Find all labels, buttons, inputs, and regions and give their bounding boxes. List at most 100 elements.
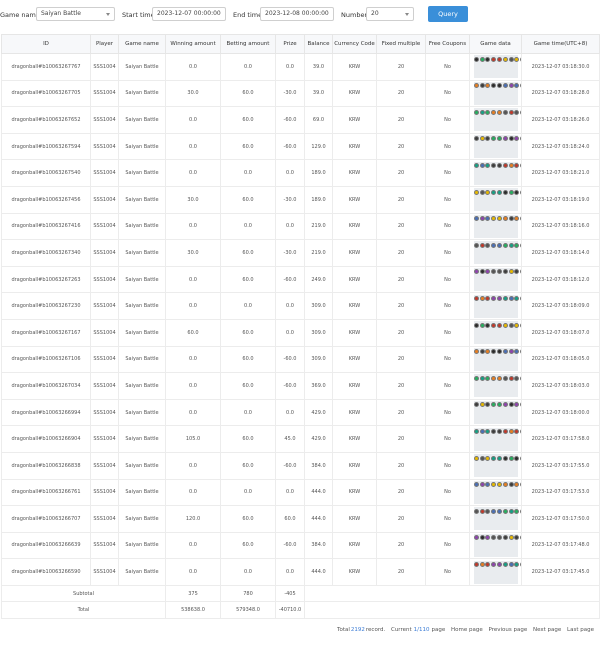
cell-winning-amount: 0.0 [165,265,221,294]
symbol-icon [514,136,520,142]
cell-prize: -30.0 [275,239,305,267]
cell-balance: 249.0 [304,265,333,294]
cell-free-coupons: No [425,531,470,560]
symbol-icon [491,322,497,328]
cell-free-coupons: No [425,212,470,241]
table-row: dragonball#b10063266639 SSS1004 Saiyan Bat… [1,531,600,560]
game-data-grid[interactable] [473,533,521,557]
cell-game-data [469,132,522,161]
cell-currency-code: KRW [332,292,377,320]
home-page-link[interactable]: Home page [451,627,483,633]
game-data-grid[interactable] [473,188,521,212]
symbol-icon [473,375,479,381]
game-data-grid[interactable] [473,427,521,451]
chevron-down-icon [106,13,110,16]
symbol-icon [491,216,497,222]
cell-game-name: Saiyan Battle [118,531,166,560]
next-page-link[interactable]: Next page [533,627,561,633]
cell-winning-amount: 0.0 [165,106,221,134]
total-suffix: record. [365,627,386,633]
game-data-grid[interactable] [473,454,521,478]
symbol-icon [497,482,503,488]
symbol-icon [485,56,491,62]
cell-currency-code: KRW [332,478,377,507]
cell-player: SSS1004 [90,451,119,480]
game-data-grid[interactable] [473,294,521,318]
symbol-icon [485,322,491,328]
cell-prize: 0.0 [275,318,305,347]
cell-id: dragonball#b10063266904 [1,425,91,453]
number-select[interactable]: 20 [366,7,414,21]
cell-id: dragonball#b10063266838 [1,451,91,480]
symbol-icon [491,136,497,142]
cell-game-time: 2023-12-07 03:18:03.0 [521,372,600,400]
col-header-winning-amount: Winning amount [165,34,221,54]
start-time-input[interactable]: 2023-12-07 00:00:00 [152,7,226,21]
cell-balance: 69.0 [304,106,333,134]
cell-balance: 219.0 [304,212,333,241]
symbol-icon [473,56,479,62]
cell-game-time: 2023-12-07 03:18:19.0 [521,185,600,214]
game-data-grid[interactable] [473,507,521,531]
cell-game-time: 2023-12-07 03:18:16.0 [521,212,600,241]
game-data-grid[interactable] [473,135,521,159]
total-betting: 579348.0 [220,601,276,620]
symbol-icon [479,242,485,248]
game-data-grid[interactable] [473,560,521,584]
cell-game-time: 2023-12-07 03:18:07.0 [521,318,600,347]
cell-id: dragonball#b10063267594 [1,132,91,161]
cell-currency-code: KRW [332,345,377,374]
symbol-icon [485,455,491,461]
cell-player: SSS1004 [90,53,119,81]
game-name-value: Saiyan Battle [41,10,81,17]
symbol-icon [508,83,514,89]
game-data-grid[interactable] [473,108,521,132]
game-data-grid[interactable] [473,401,521,425]
game-data-grid[interactable] [473,55,521,79]
symbol-icon [473,242,479,248]
previous-page-link[interactable]: Previous page [489,627,528,633]
cell-game-time: 2023-12-07 03:18:12.0 [521,265,600,294]
symbol-icon [479,83,485,89]
query-button[interactable]: Query [428,6,468,22]
game-data-grid[interactable] [473,321,521,345]
cell-id: dragonball#b10063266761 [1,478,91,507]
cell-fixed-multiple: 20 [376,318,426,347]
cell-free-coupons: No [425,159,470,187]
game-data-grid[interactable] [473,81,521,105]
cell-free-coupons: No [425,318,470,347]
cell-game-data [469,212,522,241]
game-data-grid[interactable] [473,214,521,238]
game-data-grid[interactable] [473,241,521,265]
cell-currency-code: KRW [332,531,377,560]
symbol-icon [479,56,485,62]
cell-game-name: Saiyan Battle [118,292,166,320]
table-row: dragonball#b10063266761 SSS1004 Saiyan Bat… [1,478,600,507]
game-data-grid[interactable] [473,347,521,371]
end-time-input[interactable]: 2023-12-08 00:00:00 [260,7,334,21]
cell-free-coupons: No [425,106,470,134]
cell-player: SSS1004 [90,558,119,586]
cell-game-data [469,318,522,347]
symbol-icon [479,109,485,115]
game-name-select[interactable]: Saiyan Battle [36,7,115,21]
game-data-grid[interactable] [473,480,521,504]
symbol-icon [485,295,491,301]
cell-game-name: Saiyan Battle [118,451,166,480]
cell-betting-amount: 60.0 [220,79,276,108]
cell-winning-amount: 0.0 [165,478,221,507]
last-page-link[interactable]: Last page [567,627,594,633]
table-row: dragonball#b10063266590 SSS1004 Saiyan Bat… [1,558,600,586]
symbol-icon [502,508,508,514]
cell-betting-amount: 60.0 [220,505,276,533]
cell-free-coupons: No [425,558,470,586]
game-data-grid[interactable] [473,374,521,398]
game-data-grid[interactable] [473,268,521,292]
symbol-icon [479,162,485,168]
cell-fixed-multiple: 20 [376,478,426,507]
symbol-icon [514,482,520,488]
symbol-icon [473,535,479,541]
game-data-grid[interactable] [473,161,521,185]
symbol-icon [485,83,491,89]
cell-betting-amount: 60.0 [220,451,276,480]
